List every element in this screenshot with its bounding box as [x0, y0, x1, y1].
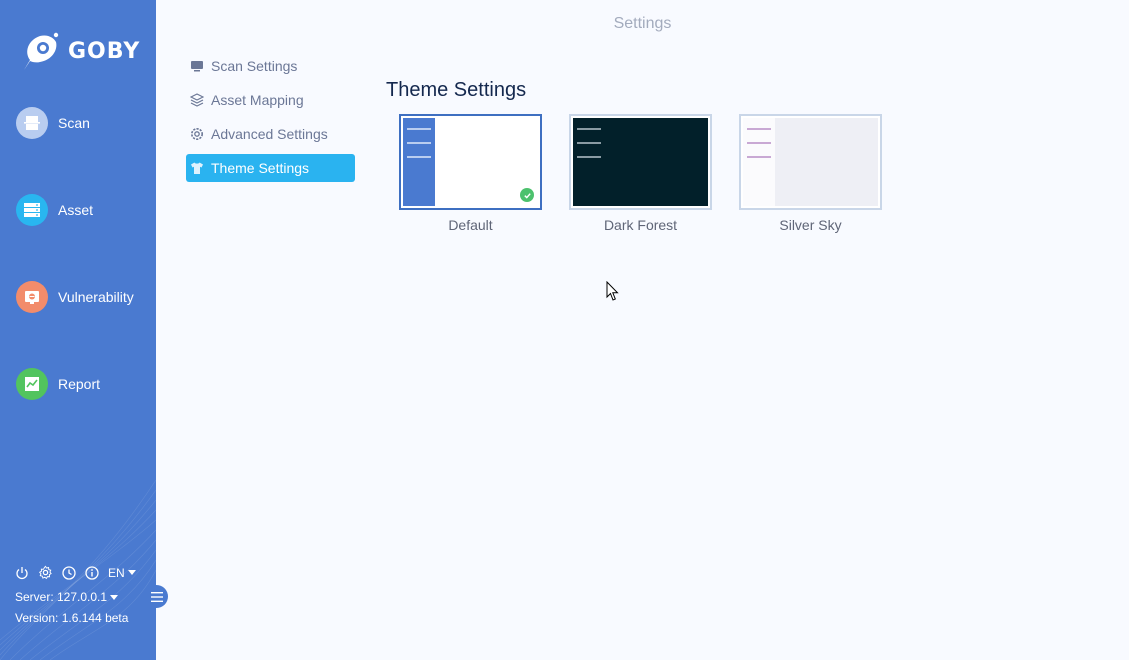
server-label: Server: 127.0.0.1: [15, 590, 108, 604]
menu-label: Theme Settings: [211, 160, 310, 176]
monitor-icon: [191, 61, 203, 72]
layers-icon: [190, 93, 204, 107]
settings-menu-advanced-settings[interactable]: Advanced Settings: [186, 120, 355, 148]
preview-line: [407, 142, 431, 144]
nav-label: Vulnerability: [58, 289, 134, 305]
language-label: EN: [108, 565, 125, 580]
preview-content: [775, 118, 878, 206]
preview-line: [747, 156, 771, 158]
theme-card-default[interactable]: [399, 114, 542, 210]
page-title: Settings: [613, 15, 672, 32]
sidebar-wave-decoration: [0, 479, 156, 660]
settings-menu-theme-settings[interactable]: Theme Settings: [186, 154, 355, 182]
menu-label: Asset Mapping: [211, 92, 304, 108]
preview-line: [577, 128, 601, 130]
preview-line: [577, 142, 601, 144]
settings-menu-asset-mapping[interactable]: Asset Mapping: [186, 86, 355, 114]
preview-line: [577, 156, 601, 158]
nav-label: Scan: [58, 115, 90, 131]
menu-label: Advanced Settings: [211, 126, 328, 142]
server-selector[interactable]: Server: 127.0.0.1: [15, 590, 119, 604]
theme-name-silver-sky: Silver Sky: [779, 217, 842, 233]
gear-icon[interactable]: [38, 565, 53, 580]
theme-name-dark-forest: Dark Forest: [603, 217, 678, 233]
theme-preview-dark-forest: [573, 118, 708, 206]
version-label: Version: 1.6.144 beta: [15, 611, 129, 625]
preview-line: [747, 128, 771, 130]
nav-item-asset[interactable]: Asset: [16, 194, 93, 226]
check-icon: [520, 188, 534, 202]
sidebar-collapse-button[interactable]: [145, 585, 168, 608]
power-icon[interactable]: [15, 566, 29, 580]
sidebar-footer-icons: EN: [15, 565, 136, 580]
theme-card-silver-sky[interactable]: [739, 114, 882, 210]
preview-line: [747, 142, 771, 144]
clock-icon[interactable]: [62, 565, 76, 580]
preview-line: [407, 128, 431, 130]
goby-fish-icon: [24, 32, 59, 70]
language-selector[interactable]: EN: [108, 566, 136, 580]
mouse-cursor-icon: [606, 281, 619, 301]
theme-name-default: Default: [448, 217, 493, 233]
section-title: Theme Settings: [386, 79, 527, 101]
info-icon[interactable]: [85, 565, 99, 580]
preview-line: [407, 156, 431, 158]
menu-icon: [150, 591, 163, 602]
sidebar: GOBY Scan Asset Vulnerability Report EN …: [0, 0, 156, 660]
nav-label: Asset: [58, 202, 94, 218]
vulnerability-icon: [16, 281, 48, 313]
nav-item-scan[interactable]: Scan: [16, 107, 90, 139]
nav-item-report[interactable]: Report: [16, 368, 100, 400]
report-icon: [16, 368, 48, 400]
gear-icon: [191, 128, 203, 140]
asset-icon: [16, 194, 48, 226]
menu-label: Scan Settings: [211, 58, 298, 74]
preview-sidebar: [403, 118, 435, 206]
theme-preview-silver-sky: [743, 118, 878, 206]
nav-item-vulnerability[interactable]: Vulnerability: [16, 281, 134, 313]
theme-preview-default: [403, 118, 538, 206]
settings-menu-scan-settings[interactable]: Scan Settings: [186, 52, 355, 80]
shirt-icon: [191, 162, 203, 174]
chevron-down-icon: [127, 570, 136, 575]
scan-icon: [16, 107, 48, 139]
logo-text: GOBY: [68, 38, 141, 64]
nav-label: Report: [58, 376, 101, 392]
chevron-down-icon: [110, 594, 119, 600]
goby-logo: GOBY: [18, 30, 140, 72]
theme-card-dark-forest[interactable]: [569, 114, 712, 210]
